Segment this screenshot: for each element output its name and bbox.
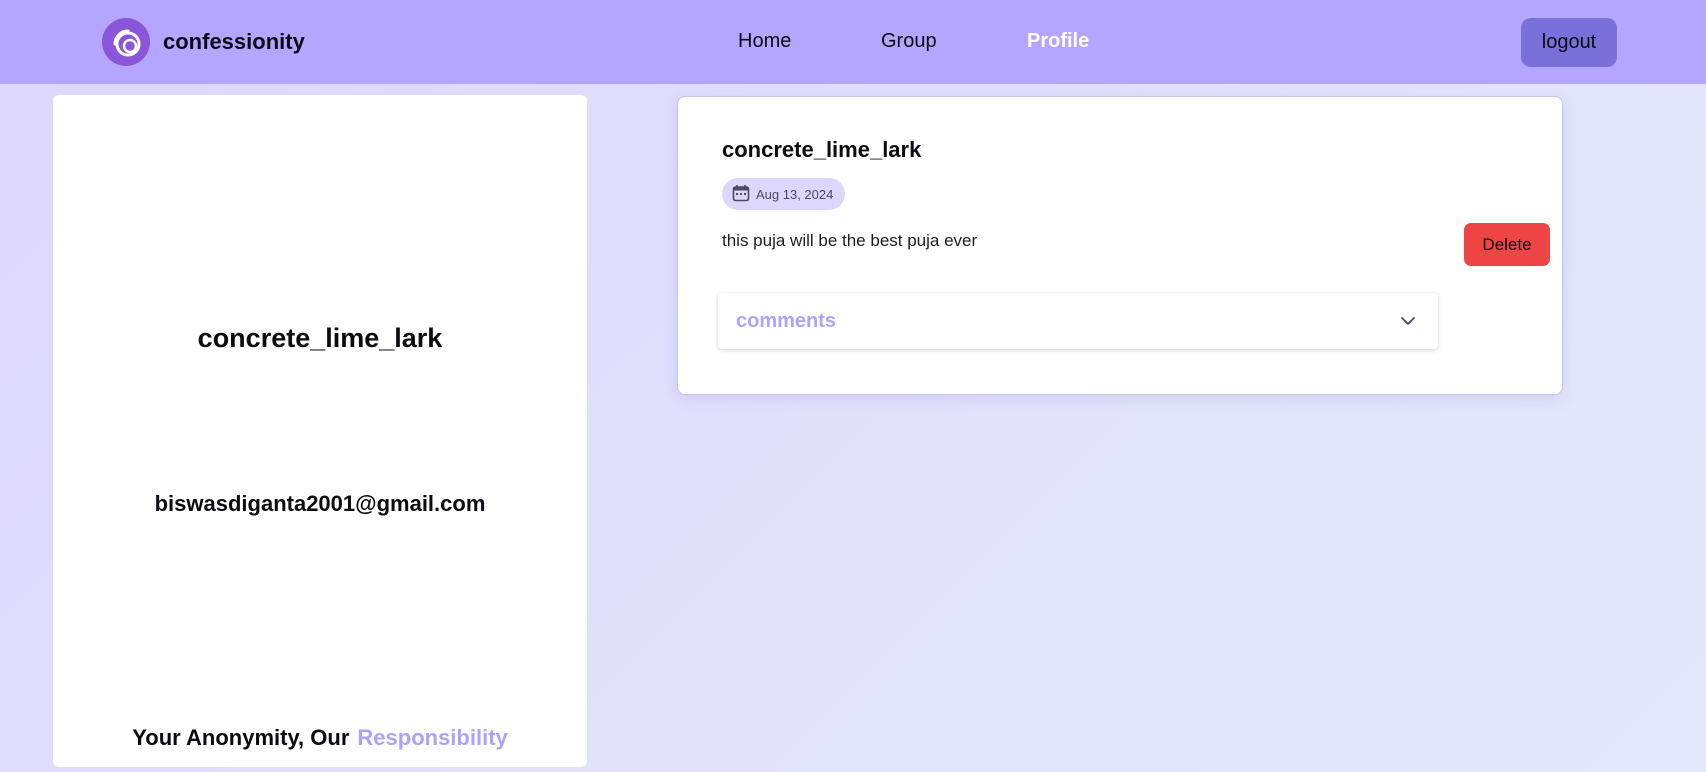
profile-card: concrete_lime_lark biswasdiganta2001@gma… (53, 95, 587, 767)
nav-profile-link[interactable]: Profile (1027, 30, 1089, 53)
nav-home-link[interactable]: Home (738, 30, 791, 53)
nav-group-link[interactable]: Group (881, 30, 937, 53)
confessionity-logo-icon (102, 18, 150, 66)
calendar-icon (732, 184, 756, 205)
tagline-prefix: Your Anonymity, Our (132, 725, 350, 750)
post-date: Aug 13, 2024 (756, 186, 834, 202)
brand[interactable]: confessionity (102, 18, 305, 66)
chevron-down-icon[interactable] (1400, 313, 1416, 334)
comments-label: comments (736, 310, 837, 332)
profile-username: concrete_lime_lark (197, 323, 443, 353)
profile-email: biswasdiganta2001@gmail.com (154, 491, 486, 516)
post-author: concrete_lime_lark (722, 137, 922, 162)
post-content: this puja will be the best puja ever (722, 231, 978, 250)
navbar: confessionity Home Group Profile logout (0, 0, 1706, 84)
brand-name: confessionity (163, 29, 305, 54)
tagline-accent: Responsibility (357, 725, 508, 750)
tagline: Your Anonymity, Our Responsibility (53, 725, 587, 751)
delete-post-button[interactable]: Delete (1464, 223, 1550, 266)
comments-accordion-toggle[interactable]: comments (718, 293, 1438, 349)
post-card: concrete_lime_lark Aug 13, 2024 this puj… (677, 96, 1563, 395)
logout-button[interactable]: logout (1521, 18, 1617, 67)
post-date-badge: Aug 13, 2024 (722, 178, 846, 210)
